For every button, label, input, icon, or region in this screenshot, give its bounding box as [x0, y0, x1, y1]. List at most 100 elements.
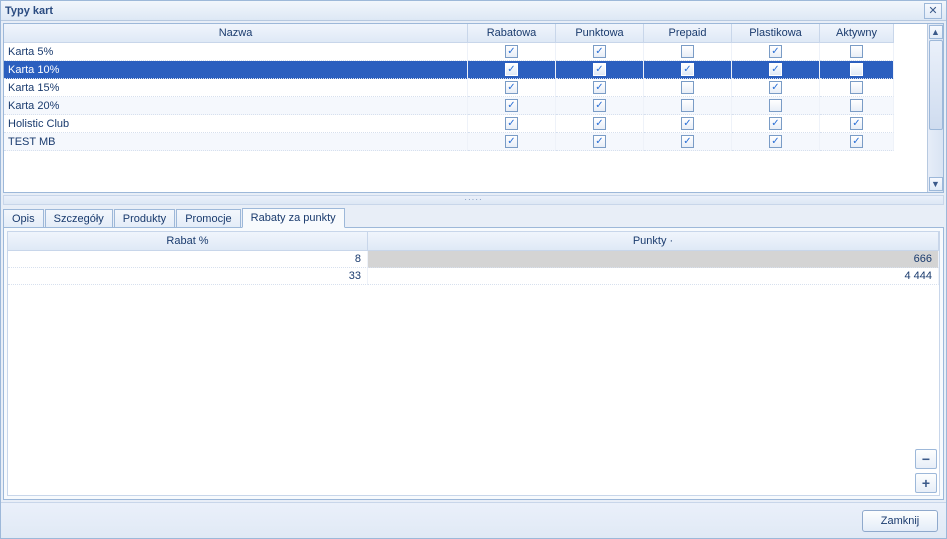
cell-plastikowa[interactable] [732, 97, 820, 115]
cell-punktowa[interactable]: ✓ [556, 115, 644, 133]
checkbox-icon[interactable] [681, 81, 694, 94]
table-row[interactable]: Karta 5% ✓ ✓ ✓ [4, 43, 927, 61]
cell-punktowa[interactable]: ✓ [556, 79, 644, 97]
cell-prepaid[interactable] [644, 97, 732, 115]
checkbox-icon[interactable]: ✓ [593, 99, 606, 112]
cell-rabatowa[interactable]: ✓ [468, 97, 556, 115]
checkbox-icon[interactable]: ✓ [681, 63, 694, 76]
cell-prepaid[interactable] [644, 79, 732, 97]
cell-nazwa[interactable]: Karta 20% [4, 97, 468, 115]
scroll-down-icon[interactable]: ▼ [929, 177, 943, 191]
card-types-grid[interactable]: Nazwa Rabatowa Punktowa Prepaid Plastiko… [4, 24, 927, 192]
cell-rabat[interactable]: 8 [8, 251, 368, 268]
cell-punkty[interactable]: 4 444 [368, 268, 939, 285]
checkbox-icon[interactable]: ✓ [593, 81, 606, 94]
cell-plastikowa[interactable]: ✓ [732, 115, 820, 133]
cell-aktywny[interactable] [820, 97, 894, 115]
table-row[interactable]: Holistic Club ✓ ✓ ✓ ✓ ✓ [4, 115, 927, 133]
window-close-button[interactable]: ✕ [924, 3, 942, 19]
checkbox-icon[interactable]: ✓ [505, 135, 518, 148]
scroll-thumb[interactable] [929, 40, 943, 130]
checkbox-icon[interactable]: ✓ [505, 45, 518, 58]
scroll-track[interactable] [929, 40, 943, 176]
checkbox-icon[interactable]: ✓ [505, 117, 518, 130]
tab-opis[interactable]: Opis [3, 209, 44, 228]
cell-rabatowa[interactable]: ✓ [468, 79, 556, 97]
vertical-scrollbar[interactable]: ▲ ▼ [927, 24, 943, 192]
cell-aktywny[interactable] [820, 43, 894, 61]
checkbox-icon[interactable] [850, 99, 863, 112]
cell-aktywny[interactable]: ✓ [820, 115, 894, 133]
cell-rabatowa[interactable]: ✓ [468, 43, 556, 61]
checkbox-icon[interactable]: ✓ [505, 63, 518, 76]
checkbox-icon[interactable] [681, 99, 694, 112]
checkbox-icon[interactable]: ✓ [593, 63, 606, 76]
table-row[interactable]: TEST MB ✓ ✓ ✓ ✓ ✓ [4, 133, 927, 151]
cell-nazwa[interactable]: Karta 10% [4, 61, 468, 79]
cell-plastikowa[interactable]: ✓ [732, 133, 820, 151]
checkbox-icon[interactable] [850, 81, 863, 94]
checkbox-icon[interactable] [850, 63, 863, 76]
cell-rabat[interactable]: 33 [8, 268, 368, 285]
col-header-prepaid[interactable]: Prepaid [644, 24, 732, 43]
cell-nazwa[interactable]: Holistic Club [4, 115, 468, 133]
cell-nazwa[interactable]: Karta 5% [4, 43, 468, 61]
remove-row-button[interactable]: − [915, 449, 937, 469]
rebates-grid[interactable]: Rabat % Punkty · 8666334 444 [8, 232, 939, 495]
checkbox-icon[interactable]: ✓ [769, 81, 782, 94]
cell-punktowa[interactable]: ✓ [556, 97, 644, 115]
checkbox-icon[interactable] [850, 45, 863, 58]
cell-rabatowa[interactable]: ✓ [468, 133, 556, 151]
table-row[interactable]: Karta 20% ✓ ✓ [4, 97, 927, 115]
cell-aktywny[interactable] [820, 79, 894, 97]
cell-aktywny[interactable]: ✓ [820, 133, 894, 151]
checkbox-icon[interactable]: ✓ [769, 135, 782, 148]
col-header-aktywny[interactable]: Aktywny [820, 24, 894, 43]
col-header-nazwa[interactable]: Nazwa [4, 24, 468, 43]
checkbox-icon[interactable]: ✓ [769, 117, 782, 130]
cell-prepaid[interactable]: ✓ [644, 61, 732, 79]
cell-prepaid[interactable] [644, 43, 732, 61]
checkbox-icon[interactable] [769, 99, 782, 112]
cell-plastikowa[interactable]: ✓ [732, 43, 820, 61]
table-row[interactable]: Karta 10% ✓ ✓ ✓ ✓ [4, 61, 927, 79]
col-header-plastikowa[interactable]: Plastikowa [732, 24, 820, 43]
tab-szczegóły[interactable]: Szczegóły [45, 209, 113, 228]
checkbox-icon[interactable]: ✓ [850, 117, 863, 130]
tab-produkty[interactable]: Produkty [114, 209, 175, 228]
checkbox-icon[interactable]: ✓ [505, 99, 518, 112]
checkbox-icon[interactable]: ✓ [850, 135, 863, 148]
cell-punktowa[interactable]: ✓ [556, 61, 644, 79]
cell-punktowa[interactable]: ✓ [556, 133, 644, 151]
checkbox-icon[interactable]: ✓ [593, 117, 606, 130]
checkbox-icon[interactable]: ✓ [593, 45, 606, 58]
tab-promocje[interactable]: Promocje [176, 209, 240, 228]
col-header-punkty[interactable]: Punkty · [368, 232, 939, 251]
checkbox-icon[interactable]: ✓ [505, 81, 518, 94]
col-header-rabat[interactable]: Rabat % [8, 232, 368, 251]
table-row[interactable]: 334 444 [8, 268, 939, 285]
cell-plastikowa[interactable]: ✓ [732, 61, 820, 79]
col-header-rabatowa[interactable]: Rabatowa [468, 24, 556, 43]
add-row-button[interactable]: + [915, 473, 937, 493]
table-row[interactable]: 8666 [8, 251, 939, 268]
cell-nazwa[interactable]: TEST MB [4, 133, 468, 151]
cell-plastikowa[interactable]: ✓ [732, 79, 820, 97]
cell-nazwa[interactable]: Karta 15% [4, 79, 468, 97]
cell-prepaid[interactable]: ✓ [644, 115, 732, 133]
cell-rabatowa[interactable]: ✓ [468, 115, 556, 133]
cell-punktowa[interactable]: ✓ [556, 43, 644, 61]
table-row[interactable]: Karta 15% ✓ ✓ ✓ [4, 79, 927, 97]
cell-prepaid[interactable]: ✓ [644, 133, 732, 151]
checkbox-icon[interactable]: ✓ [769, 63, 782, 76]
checkbox-icon[interactable]: ✓ [769, 45, 782, 58]
cell-aktywny[interactable] [820, 61, 894, 79]
checkbox-icon[interactable] [681, 45, 694, 58]
cell-rabatowa[interactable]: ✓ [468, 61, 556, 79]
cell-punkty[interactable]: 666 [368, 251, 939, 268]
scroll-up-icon[interactable]: ▲ [929, 25, 943, 39]
tab-rabaty-za-punkty[interactable]: Rabaty za punkty [242, 208, 345, 228]
checkbox-icon[interactable]: ✓ [681, 117, 694, 130]
checkbox-icon[interactable]: ✓ [593, 135, 606, 148]
checkbox-icon[interactable]: ✓ [681, 135, 694, 148]
